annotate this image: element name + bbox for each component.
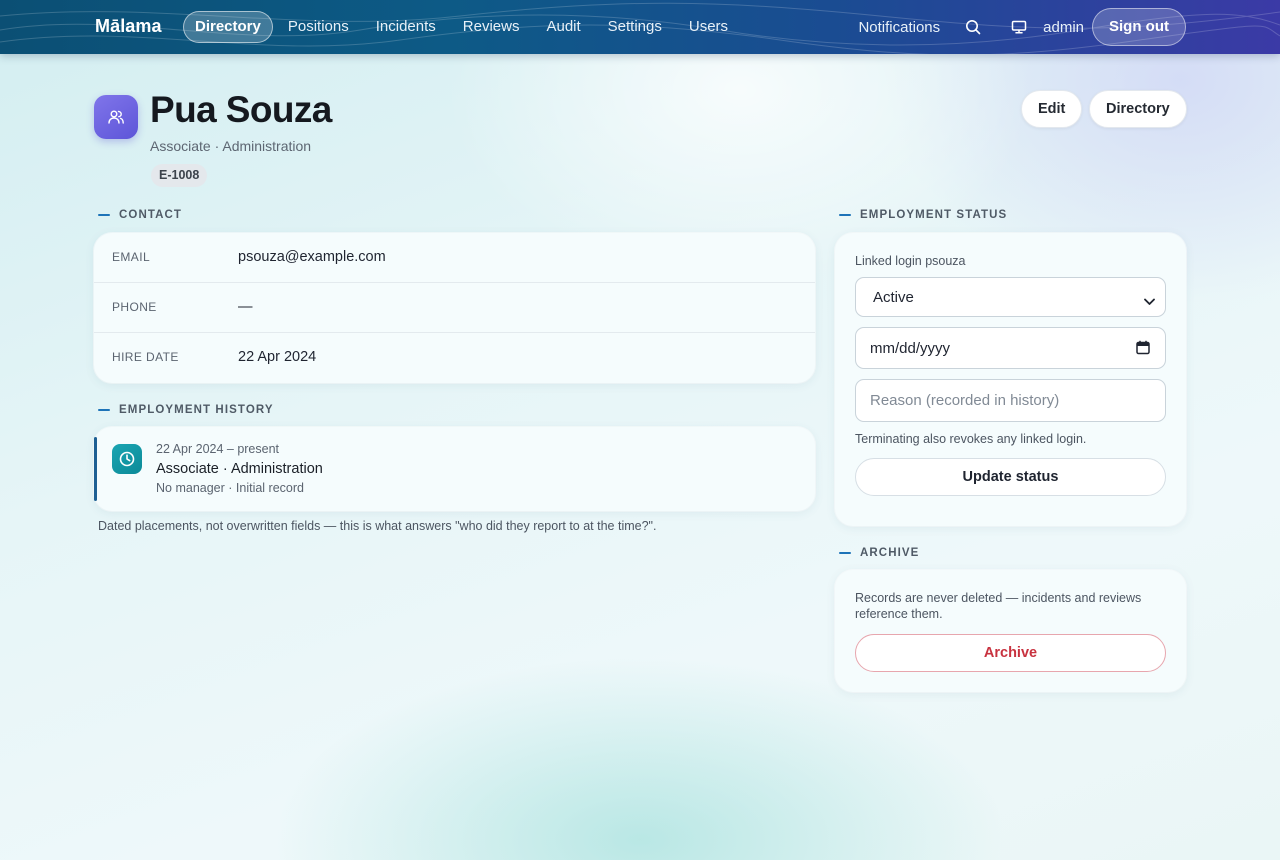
contact-section-title: CONTACT [119, 209, 183, 221]
main-nav: Directory Positions Incidents Reviews Au… [183, 11, 743, 43]
nav-directory[interactable]: Directory [183, 11, 273, 43]
contact-phone-value: — [238, 299, 253, 315]
directory-button[interactable]: Directory [1089, 90, 1187, 128]
archive-section-title: ARCHIVE [860, 547, 920, 559]
reason-placeholder: Reason (recorded in history) [870, 392, 1060, 409]
status-section-title: EMPLOYMENT STATUS [860, 209, 1008, 221]
page-title: Pua Souza [150, 89, 332, 130]
contact-card: EMAIL psouza@example.com PHONE — HIRE DA… [94, 233, 815, 383]
search-icon[interactable] [962, 16, 984, 38]
contact-row-hire-date: HIRE DATE 22 Apr 2024 [94, 333, 815, 383]
brand-logo[interactable]: Mālama [95, 16, 162, 37]
section-dash [839, 552, 851, 554]
reason-input[interactable]: Reason (recorded in history) [855, 379, 1166, 422]
archive-note: Records are never deleted — incidents an… [855, 591, 1142, 621]
notifications-link[interactable]: Notifications [858, 19, 940, 36]
monitor-icon[interactable] [1008, 16, 1030, 38]
contact-row-email: EMAIL psouza@example.com [94, 233, 815, 283]
nav-reviews[interactable]: Reviews [451, 11, 532, 43]
users-icon [94, 95, 138, 139]
employment-status-card: Linked login psouza Active mm/dd/yyyy Re… [835, 233, 1186, 526]
archive-section-label: ARCHIVE [839, 547, 919, 559]
history-section-label: EMPLOYMENT HISTORY [98, 404, 274, 416]
contact-row-phone: PHONE — [94, 283, 815, 333]
current-user: admin [1043, 18, 1084, 36]
nav-positions[interactable]: Positions [276, 11, 361, 43]
sign-out-button[interactable]: Sign out [1092, 8, 1186, 46]
section-dash [98, 409, 110, 411]
nav-users[interactable]: Users [677, 11, 740, 43]
archive-card: Records are never deleted — incidents an… [835, 570, 1186, 692]
nav-incidents[interactable]: Incidents [364, 11, 448, 43]
effective-date-input[interactable]: mm/dd/yyyy [855, 327, 1166, 369]
contact-hire-date-value: 22 Apr 2024 [238, 349, 317, 365]
archive-button[interactable]: Archive [855, 634, 1166, 672]
calendar-icon[interactable] [1136, 340, 1150, 359]
history-role: Associate · Administration [156, 461, 323, 477]
nav-settings[interactable]: Settings [596, 11, 674, 43]
terminate-note: Terminating also revokes any linked logi… [855, 432, 1087, 446]
top-nav-bar: Mālama Directory Positions Incidents Rev… [0, 0, 1280, 54]
status-section-label: EMPLOYMENT STATUS [839, 209, 1007, 221]
contact-section-label: CONTACT [98, 209, 182, 221]
contact-key: PHONE [112, 300, 157, 314]
edit-button[interactable]: Edit [1021, 90, 1083, 128]
history-dates: 22 Apr 2024 – present [156, 442, 280, 456]
section-dash [839, 214, 851, 216]
nav-audit[interactable]: Audit [534, 11, 592, 43]
employee-id-badge: E-1008 [151, 164, 208, 187]
date-input-placeholder: mm/dd/yyyy [870, 340, 951, 357]
contact-email-value: psouza@example.com [238, 249, 386, 265]
update-status-button[interactable]: Update status [855, 458, 1166, 496]
employee-subtitle: Associate · Administration [150, 138, 312, 154]
history-accent-bar [94, 437, 97, 501]
section-dash [98, 214, 110, 216]
status-select[interactable]: Active [855, 277, 1166, 317]
clock-icon [112, 444, 142, 474]
history-meta: No manager · Initial record [156, 481, 304, 495]
status-select-value: Active [873, 289, 914, 306]
nav-right-group: Notifications admin Sign out [858, 8, 1186, 46]
contact-key: EMAIL [112, 250, 151, 264]
chevron-down-icon [1144, 293, 1155, 310]
contact-key: HIRE DATE [112, 350, 179, 364]
history-section-title: EMPLOYMENT HISTORY [119, 404, 274, 416]
history-entry-card: 22 Apr 2024 – present Associate · Admini… [94, 427, 815, 511]
linked-login-text: Linked login psouza [855, 254, 966, 268]
history-note: Dated placements, not overwritten fields… [98, 519, 657, 533]
